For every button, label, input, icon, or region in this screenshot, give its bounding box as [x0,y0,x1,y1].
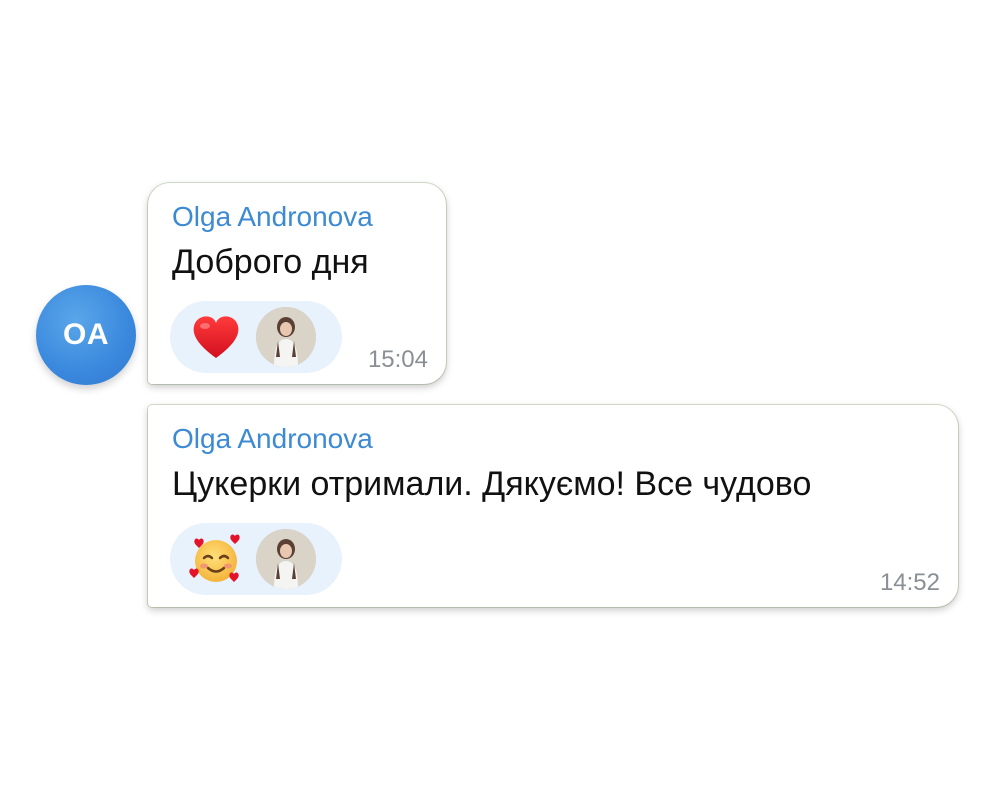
message-timestamp: 15:04 [367,346,428,373]
message-bubble[interactable]: Olga Andronova Доброго дня 15:04 [148,183,446,384]
reaction-pill[interactable] [170,301,342,373]
message-timestamp: 14:52 [879,569,940,596]
person-photo-icon [256,529,316,589]
reactor-avatar[interactable] [256,307,316,367]
reaction-pill[interactable] [170,523,342,595]
smiling-face-with-hearts-icon [189,534,240,582]
person-photo-icon [256,307,316,367]
sender-avatar[interactable]: OA [36,285,136,385]
avatar-initials: OA [63,318,109,351]
message-text: Доброго дня [172,243,369,281]
message-text: Цукерки отримали. Дякуємо! Все чудово [172,465,812,503]
red-heart-icon [193,316,239,358]
message-bubble[interactable]: Olga Andronova Цукерки отримали. Дякуємо… [148,405,958,607]
message-sender-name[interactable]: Olga Andronova [172,423,373,455]
message-sender-name[interactable]: Olga Andronova [172,201,373,233]
reactor-avatar[interactable] [256,529,316,589]
